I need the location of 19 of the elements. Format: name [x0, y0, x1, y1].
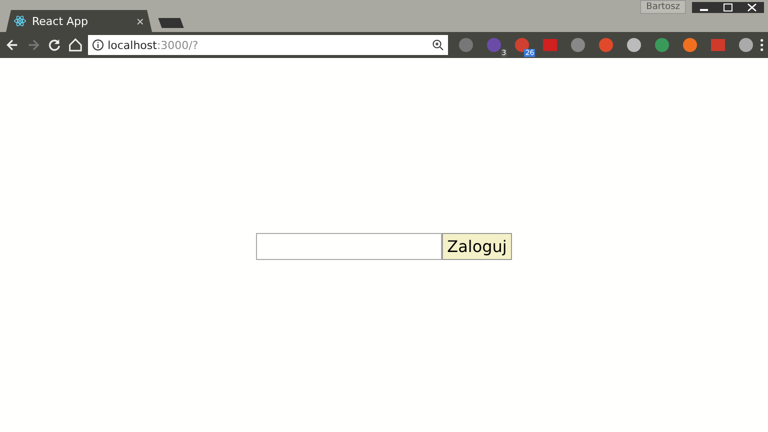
- extension-icon[interactable]: [458, 37, 474, 53]
- profile-name[interactable]: Bartosz: [640, 0, 686, 14]
- login-button[interactable]: Zaloguj: [442, 233, 512, 260]
- extension-icon[interactable]: [654, 37, 670, 53]
- info-icon[interactable]: [92, 39, 104, 51]
- extension-icon[interactable]: [738, 37, 754, 53]
- extension-icon[interactable]: [570, 37, 586, 53]
- extension-icon[interactable]: [598, 37, 614, 53]
- atom-icon: [14, 15, 26, 27]
- menu-icon[interactable]: [760, 38, 764, 52]
- browser-tab[interactable]: React App ×: [6, 10, 152, 32]
- zoom-icon[interactable]: [432, 39, 444, 51]
- address-bar[interactable]: localhost:3000/?: [88, 35, 448, 55]
- extension-icon[interactable]: [626, 37, 642, 53]
- login-input-field[interactable]: [256, 233, 442, 260]
- browser-tab[interactable]: [158, 18, 184, 28]
- extension-icon[interactable]: [682, 37, 698, 53]
- tab-close-button[interactable]: ×: [136, 14, 144, 28]
- home-icon[interactable]: [66, 36, 84, 54]
